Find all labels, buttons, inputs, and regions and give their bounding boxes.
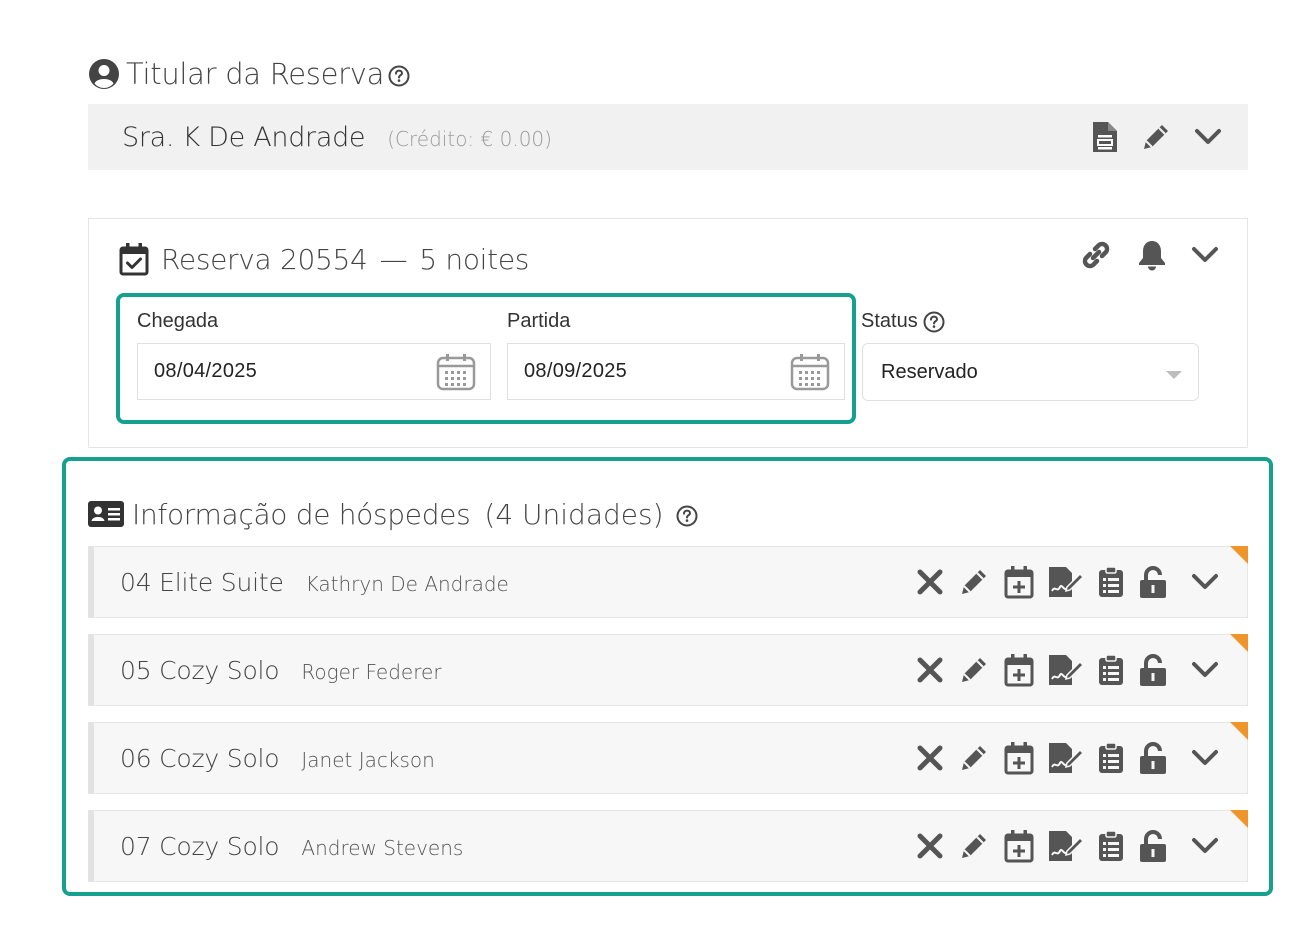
- guest-name: Andrew Stevens: [301, 835, 464, 860]
- holder-name: Sra. K De Andrade: [122, 121, 366, 153]
- unit-name: 04 Elite Suite: [120, 567, 284, 597]
- unit-row[interactable]: 07 Cozy Solo Andrew Stevens: [88, 810, 1248, 882]
- chevron-down-icon[interactable]: [1191, 660, 1219, 680]
- guests-count: (4 Unidades): [484, 497, 664, 531]
- status-flag: [1230, 810, 1248, 828]
- link-icon[interactable]: [1079, 238, 1113, 272]
- unit-name: 07 Cozy Solo: [120, 831, 280, 861]
- chevron-down-icon[interactable]: [1191, 245, 1219, 265]
- chevron-down-icon[interactable]: [1191, 572, 1219, 592]
- reservation-nights: 5 noites: [419, 242, 530, 276]
- guests-title: Informação de hóspedes: [132, 497, 471, 531]
- calendar-plus-icon[interactable]: [1003, 653, 1035, 687]
- reservation-heading: Reserva 20554 — 5 noites: [119, 239, 529, 279]
- unit-actions: [915, 723, 1219, 793]
- arrival-label: Chegada: [137, 310, 219, 332]
- caret-down-icon: [1166, 371, 1182, 379]
- reservation-title: Reserva 20554: [161, 242, 368, 276]
- guest-name: Janet Jackson: [301, 747, 435, 772]
- close-icon[interactable]: [915, 831, 945, 861]
- holder-bar[interactable]: Sra. K De Andrade (Crédito: € 0.00): [88, 104, 1248, 170]
- clipboard-list-icon[interactable]: [1097, 830, 1125, 862]
- chevron-down-icon[interactable]: [1191, 748, 1219, 768]
- signature-icon[interactable]: [1048, 742, 1084, 774]
- unit-name: 06 Cozy Solo: [120, 743, 280, 773]
- calendar-plus-icon[interactable]: [1003, 565, 1035, 599]
- unlock-icon[interactable]: [1138, 565, 1168, 599]
- unit-actions: [915, 547, 1219, 617]
- guest-name: Roger Federer: [301, 659, 442, 684]
- unlock-icon[interactable]: [1138, 653, 1168, 687]
- unit-row[interactable]: 06 Cozy Solo Janet Jackson: [88, 722, 1248, 794]
- user-circle-icon: [88, 58, 120, 90]
- chevron-down-icon[interactable]: [1194, 127, 1222, 147]
- departure-date-input[interactable]: 08/09/2025: [507, 343, 845, 400]
- arrival-date-input[interactable]: 08/04/2025: [137, 343, 491, 400]
- signature-icon[interactable]: [1048, 566, 1084, 598]
- bell-icon[interactable]: [1137, 239, 1167, 271]
- status-flag: [1230, 722, 1248, 740]
- calendar-icon[interactable]: [790, 353, 830, 391]
- pencil-icon[interactable]: [1140, 121, 1172, 153]
- holder-actions: [1092, 104, 1222, 170]
- chevron-down-icon[interactable]: [1191, 836, 1219, 856]
- unit-actions: [915, 811, 1219, 881]
- titular-heading: Titular da Reserva: [88, 54, 410, 94]
- calendar-check-icon: [119, 242, 149, 276]
- unit-name: 05 Cozy Solo: [120, 655, 280, 685]
- status-label: Status: [861, 310, 918, 332]
- unit-actions: [915, 635, 1219, 705]
- arrival-date-value: 08/04/2025: [154, 360, 258, 382]
- signature-icon[interactable]: [1048, 830, 1084, 862]
- guests-heading: Informação de hóspedes (4 Unidades): [88, 494, 698, 534]
- reservation-dash: —: [379, 242, 408, 276]
- pencil-icon[interactable]: [958, 830, 990, 862]
- pencil-icon[interactable]: [958, 654, 990, 686]
- unit-row[interactable]: 04 Elite Suite Kathryn De Andrade: [88, 546, 1248, 618]
- document-icon[interactable]: [1092, 121, 1118, 153]
- close-icon[interactable]: [915, 567, 945, 597]
- calendar-plus-icon[interactable]: [1003, 829, 1035, 863]
- help-icon[interactable]: [923, 311, 945, 333]
- departure-label: Partida: [507, 310, 571, 332]
- help-icon[interactable]: [388, 65, 410, 87]
- guest-name: Kathryn De Andrade: [305, 571, 509, 596]
- unlock-icon[interactable]: [1138, 741, 1168, 775]
- close-icon[interactable]: [915, 655, 945, 685]
- pencil-icon[interactable]: [958, 742, 990, 774]
- status-label-group: Status: [861, 310, 945, 333]
- clipboard-list-icon[interactable]: [1097, 654, 1125, 686]
- holder-credit: (Crédito: € 0.00): [387, 126, 552, 151]
- status-flag: [1230, 634, 1248, 652]
- pencil-icon[interactable]: [958, 566, 990, 598]
- id-card-icon: [88, 500, 124, 528]
- calendar-plus-icon[interactable]: [1003, 741, 1035, 775]
- status-flag: [1230, 546, 1248, 564]
- status-select[interactable]: Reservado: [862, 343, 1199, 401]
- clipboard-list-icon[interactable]: [1097, 742, 1125, 774]
- close-icon[interactable]: [915, 743, 945, 773]
- calendar-icon[interactable]: [436, 353, 476, 391]
- status-value: Reservado: [881, 360, 978, 383]
- reservation-actions: [1079, 235, 1219, 275]
- unit-row[interactable]: 05 Cozy Solo Roger Federer: [88, 634, 1248, 706]
- help-icon[interactable]: [676, 505, 698, 527]
- unlock-icon[interactable]: [1138, 829, 1168, 863]
- signature-icon[interactable]: [1048, 654, 1084, 686]
- titular-title: Titular da Reserva: [126, 57, 385, 91]
- departure-date-value: 08/09/2025: [524, 360, 628, 382]
- clipboard-list-icon[interactable]: [1097, 566, 1125, 598]
